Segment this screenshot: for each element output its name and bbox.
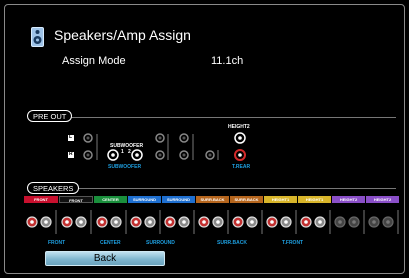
speaker-terminal-center (100, 220, 104, 224)
speaker-terminal-center (79, 220, 83, 224)
speaker-terminal-center (304, 220, 308, 224)
assign-label-center: CENTER (100, 240, 121, 246)
assign-label-surrback: SURR.BACK (217, 240, 247, 246)
assign-label-surround: SURROUND (146, 240, 175, 246)
speaker-terminal-center (352, 220, 356, 224)
speaker-terminal-center (114, 220, 118, 224)
speaker-terminal-center (372, 220, 376, 224)
speaker-terminal-center (284, 220, 288, 224)
speaker-terminal-center (168, 220, 172, 224)
speaker-terminal-center (216, 220, 220, 224)
speaker-terminal-center (236, 220, 240, 224)
speaker-terminal-center (338, 220, 342, 224)
assign-label-tfront: T.FRONT (282, 240, 304, 246)
speaker-terminal-center (148, 220, 152, 224)
speaker-terminal-center (182, 220, 186, 224)
speaker-terminal-center (44, 220, 48, 224)
assign-label-front: FRONT (48, 240, 66, 246)
back-button[interactable]: Back (45, 251, 165, 266)
speaker-terminal-center (250, 220, 254, 224)
speaker-terminal-center (270, 220, 274, 224)
speaker-terminals (26, 210, 399, 234)
speaker-terminal-center (65, 220, 69, 224)
speaker-terminal-center (386, 220, 390, 224)
speaker-terminal-center (134, 220, 138, 224)
speaker-terminal-center (202, 220, 206, 224)
speaker-terminal-center (30, 220, 34, 224)
speaker-terminal-center (318, 220, 322, 224)
